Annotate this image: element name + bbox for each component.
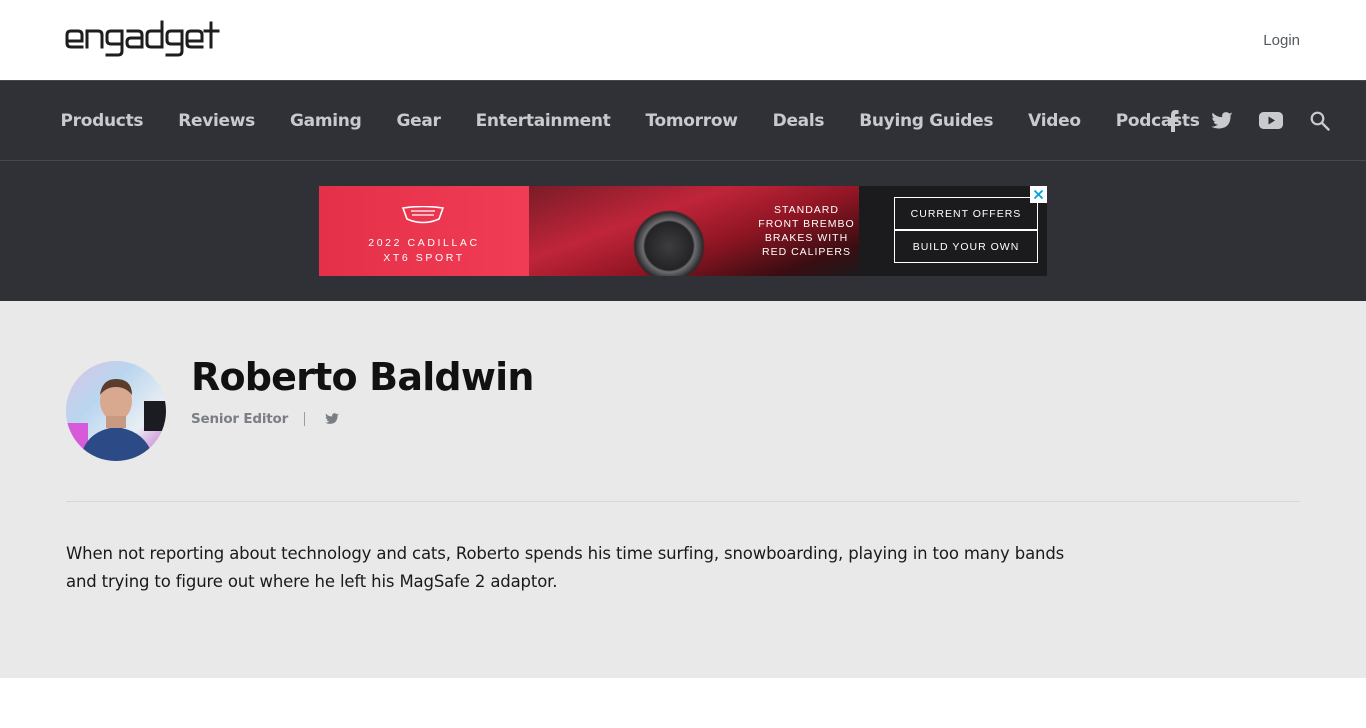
ad-copy-text: STANDARD FRONT BREMBO BRAKES WITH RED CA… — [744, 203, 869, 259]
cadillac-crest-icon — [401, 206, 445, 224]
nav-item-entertainment[interactable]: Entertainment — [458, 111, 628, 131]
search-icon[interactable] — [1295, 101, 1344, 141]
build-your-own-button[interactable]: BUILD YOUR OWN — [894, 230, 1038, 263]
ad-model-line-2: XT6 SPORT — [383, 252, 465, 264]
ad-copy-line-3: BRAKES WITH — [764, 232, 849, 244]
nav-item-products[interactable]: Products — [43, 111, 161, 131]
ad-copy-line-4: RED CALIPERS — [761, 246, 852, 258]
top-header: Login — [0, 0, 1366, 80]
meta-separator — [304, 412, 306, 426]
nav-item-buying-guides[interactable]: Buying Guides — [842, 111, 1011, 131]
author-name: Roberto Baldwin — [191, 355, 534, 399]
nav-item-tomorrow[interactable]: Tomorrow — [628, 111, 755, 131]
ad-copy-line-2: FRONT BREMBO — [758, 218, 855, 230]
ad-brand-panel: 2022 CADILLAC XT6 SPORT — [319, 186, 529, 276]
main-nav: Products Reviews Gaming Gear Entertainme… — [0, 80, 1366, 161]
youtube-icon[interactable] — [1246, 101, 1295, 141]
ad-band: 2022 CADILLAC XT6 SPORT STANDARD FRONT B… — [0, 161, 1366, 301]
engadget-logo-icon — [65, 20, 220, 57]
twitter-icon[interactable] — [1197, 101, 1246, 141]
author-bio: When not reporting about technology and … — [66, 544, 1065, 591]
nav-item-reviews[interactable]: Reviews — [161, 111, 273, 131]
author-avatar — [66, 361, 166, 461]
nav-item-gear[interactable]: Gear — [379, 111, 458, 131]
social-icons — [1148, 81, 1344, 160]
profile-divider — [66, 501, 1300, 502]
login-link[interactable]: Login — [1263, 32, 1300, 49]
ad-close-icon[interactable] — [1030, 186, 1047, 203]
author-profile: Roberto Baldwin Senior Editor When not r… — [0, 301, 1366, 678]
facebook-icon[interactable] — [1148, 101, 1197, 141]
author-meta: Senior Editor — [191, 411, 341, 427]
engadget-logo[interactable] — [65, 20, 220, 60]
author-role: Senior Editor — [191, 411, 289, 427]
nav-item-video[interactable]: Video — [1011, 111, 1099, 131]
current-offers-button[interactable]: CURRENT OFFERS — [894, 197, 1038, 230]
ad-model-line-1: 2022 CADILLAC — [368, 237, 480, 249]
nav-item-gaming[interactable]: Gaming — [273, 111, 379, 131]
ad-copy-line-1: STANDARD — [774, 204, 839, 216]
nav-items: Products Reviews Gaming Gear Entertainme… — [43, 81, 1217, 160]
nav-item-deals[interactable]: Deals — [755, 111, 842, 131]
author-photo — [66, 361, 166, 461]
cadillac-ad-banner[interactable]: 2022 CADILLAC XT6 SPORT STANDARD FRONT B… — [319, 186, 1047, 276]
ad-model-text: 2022 CADILLAC XT6 SPORT — [319, 236, 529, 266]
author-twitter-icon[interactable] — [325, 412, 341, 426]
